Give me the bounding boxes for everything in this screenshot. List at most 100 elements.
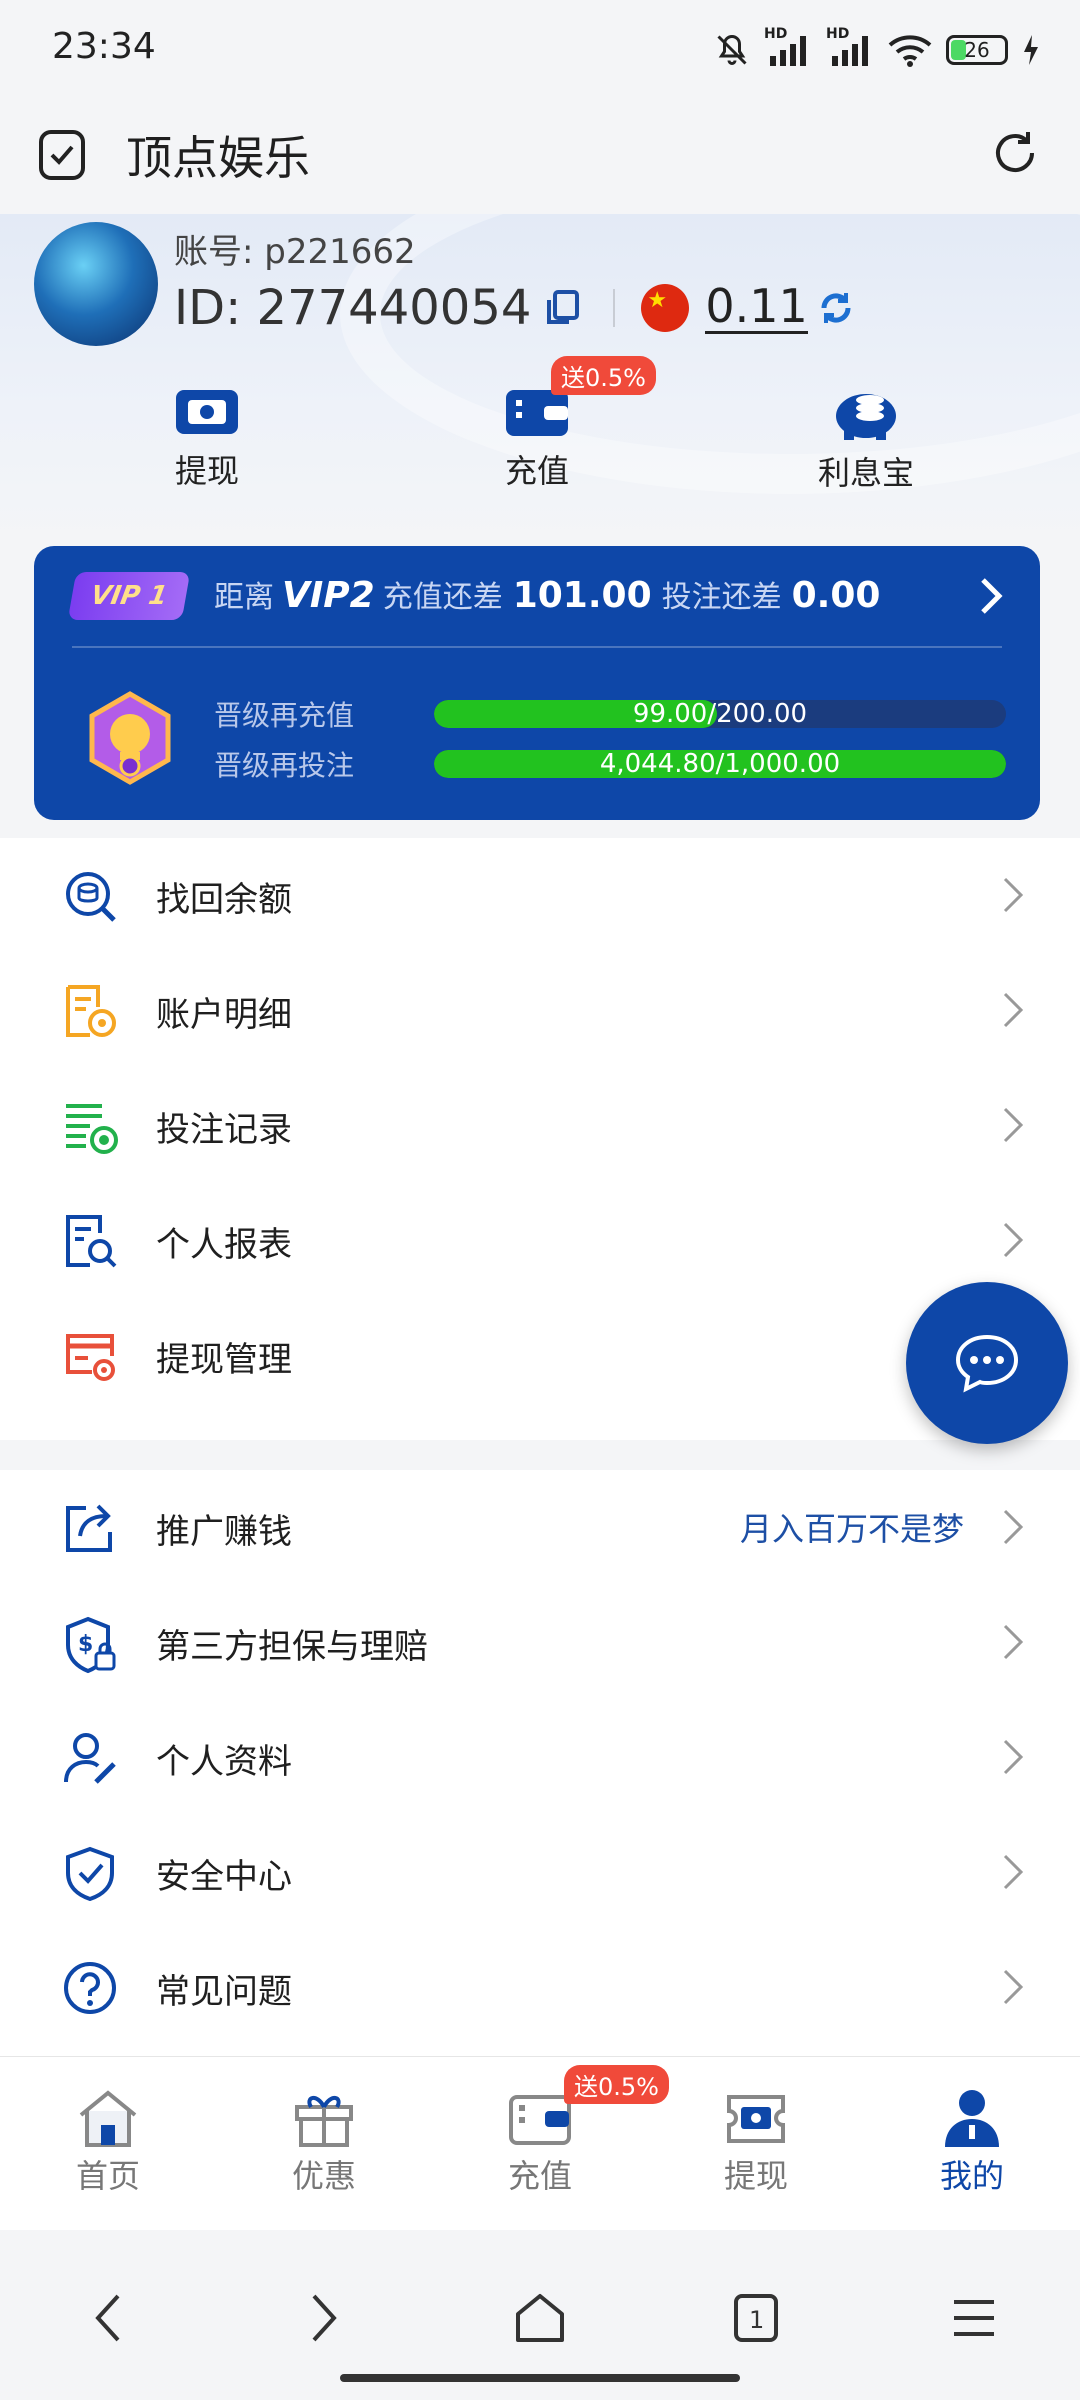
menu-item-label: 个人报表: [156, 1225, 292, 1265]
security-icon: [66, 1846, 114, 1901]
shield-check-icon[interactable]: [36, 128, 88, 184]
tab-recharge[interactable]: 充值 送0.5%: [460, 2065, 669, 2197]
help-icon: [64, 1962, 116, 2014]
piggy-bank-icon: [836, 394, 896, 440]
progress-bar: 4,044.80/1,000.00: [434, 750, 1006, 778]
vip-text-distance: 距离: [214, 580, 274, 615]
progress-value: 99.00/200.00: [632, 700, 808, 728]
withdraw-manage-icon: [66, 1334, 115, 1381]
trophy-badge-icon: [89, 691, 171, 785]
tab-label: 我的: [939, 2157, 1004, 2195]
menu-item-security-center[interactable]: 安全中心: [0, 1815, 1080, 1930]
report-icon: [66, 1215, 117, 1268]
menu-item-label: 第三方担保与理赔: [156, 1627, 428, 1667]
menu-item-referral[interactable]: 推广赚钱 月入百万不是梦: [0, 1470, 1080, 1585]
share-icon: [66, 1504, 112, 1552]
app-bar: 顶点娱乐: [0, 96, 1080, 214]
menu-item-label: 找回余额: [156, 880, 292, 920]
bonus-badge: 送0.5%: [551, 356, 656, 395]
menu-item-promo-text: 月入百万不是梦: [739, 1510, 964, 1548]
vip-progress-bet: 晋级再投注 4,044.80/1,000.00: [214, 744, 1006, 784]
account-detail-icon: [66, 985, 116, 1037]
sync-icon[interactable]: [818, 290, 854, 326]
quick-action-interest[interactable]: 利息宝: [766, 384, 966, 494]
copy-icon[interactable]: [543, 288, 583, 328]
vip-text-recharge: 充值还差: [382, 580, 503, 615]
battery-level: 26: [964, 38, 990, 62]
menu-item-bet-records[interactable]: 投注记录: [0, 1068, 1080, 1183]
vip-next-level: VIP2: [282, 575, 375, 616]
mute-icon: [717, 34, 747, 65]
menu-item-recover-balance[interactable]: 找回余额: [0, 838, 1080, 953]
menu-item-label: 推广赚钱: [156, 1512, 292, 1552]
menu-item-profile[interactable]: 个人资料: [0, 1700, 1080, 1815]
profile-header: 账号: p221662 ID: 277440054 ★ 0.11 提现 充值 送…: [0, 214, 1080, 540]
quick-action-label: 提现: [174, 452, 239, 490]
balance-value: 0.11: [705, 279, 808, 334]
hd-label: HD: [826, 26, 850, 42]
account-label: 账号: p221662: [174, 232, 416, 272]
home-nav-icon[interactable]: [514, 2290, 566, 2346]
quick-actions: 提现 充值 送0.5% 利息宝: [0, 356, 1080, 534]
forward-icon[interactable]: [306, 2290, 342, 2346]
menu-item-label: 个人资料: [156, 1742, 292, 1782]
tab-label: 充值: [507, 2157, 572, 2195]
user-icon: [945, 2090, 999, 2147]
bet-record-icon: [66, 1104, 118, 1154]
tabs-count-icon[interactable]: 1: [732, 2290, 780, 2346]
quick-action-recharge[interactable]: 充值 送0.5%: [437, 356, 656, 492]
tab-withdraw[interactable]: 提现: [676, 2087, 836, 2197]
menu-item-guarantee[interactable]: $ 第三方担保与理赔: [0, 1585, 1080, 1700]
vip-summary: VIP 1 距离 VIP2 充值还差 101.00 投注还差 0.00: [34, 546, 1040, 646]
quick-action-withdraw[interactable]: 提现: [107, 384, 307, 492]
menu-item-faq[interactable]: 常见问题: [0, 1930, 1080, 2045]
chevron-right-icon[interactable]: [978, 576, 1004, 616]
battery-icon: 26: [946, 35, 1008, 65]
tab-promotions[interactable]: 优惠: [244, 2087, 404, 2197]
menu-item-personal-report[interactable]: 个人报表: [0, 1183, 1080, 1298]
chevron-right-icon: [1003, 1509, 1024, 1545]
wifi-icon: [888, 35, 932, 67]
guarantee-icon: $: [66, 1616, 116, 1674]
tab-label: 首页: [75, 2157, 140, 2195]
menu-icon[interactable]: [950, 2290, 998, 2346]
signal-2-icon: HD: [826, 26, 874, 68]
tab-mine[interactable]: 我的: [892, 2087, 1052, 2197]
avatar[interactable]: [34, 222, 158, 346]
menu-item-account-details[interactable]: 账户明细: [0, 953, 1080, 1068]
home-icon: [79, 2090, 137, 2147]
vip-upgrade-line: 距离 VIP2 充值还差 101.00 投注还差 0.00: [214, 572, 890, 616]
vip-text-bet: 投注还差: [661, 580, 782, 615]
progress-label: 晋级再投注: [214, 749, 355, 782]
gift-icon: [295, 2096, 353, 2147]
user-id: ID: 277440054: [174, 280, 532, 336]
tab-home[interactable]: 首页: [28, 2087, 188, 2197]
home-indicator[interactable]: [340, 2374, 740, 2382]
chat-fab-button[interactable]: [906, 1282, 1068, 1444]
bonus-badge: 送0.5%: [564, 2065, 669, 2104]
page-title: 顶点娱乐: [126, 131, 310, 185]
menu-item-label: 投注记录: [156, 1110, 292, 1150]
progress-label: 晋级再充值: [214, 699, 355, 732]
refresh-icon[interactable]: [990, 128, 1040, 178]
menu-item-label: 提现管理: [156, 1340, 292, 1380]
charging-icon: [1024, 35, 1038, 65]
progress-value: 4,044.80/1,000.00: [599, 750, 841, 778]
svg-text:1: 1: [749, 2306, 764, 2334]
chevron-right-icon: [1003, 1854, 1024, 1890]
back-icon[interactable]: [90, 2290, 126, 2346]
menu-item-label: 常见问题: [156, 1972, 292, 2012]
id-row: ID: 277440054 ★ 0.11: [174, 280, 854, 336]
tab-label: 提现: [723, 2157, 788, 2195]
vip-card[interactable]: VIP 1 距离 VIP2 充值还差 101.00 投注还差 0.00 晋级再充…: [34, 546, 1040, 820]
vip-progress-recharge: 晋级再充值 99.00/200.00: [214, 694, 1006, 734]
withdraw-icon: [176, 390, 238, 434]
bottom-tab-bar: 首页 优惠 充值 送0.5% 提现 我的: [0, 2056, 1080, 2230]
chevron-right-icon: [1003, 1624, 1024, 1660]
status-bar: 23:34 HD HD 26: [0, 0, 1080, 96]
menu-item-label: 账户明细: [156, 995, 292, 1035]
hd-label: HD: [764, 26, 788, 42]
chevron-right-icon: [1003, 1107, 1024, 1143]
chevron-right-icon: [1003, 1222, 1024, 1258]
menu-group-2: 推广赚钱 月入百万不是梦 $ 第三方担保与理赔 个人资料 安全中心 常见问题: [0, 1470, 1080, 2056]
